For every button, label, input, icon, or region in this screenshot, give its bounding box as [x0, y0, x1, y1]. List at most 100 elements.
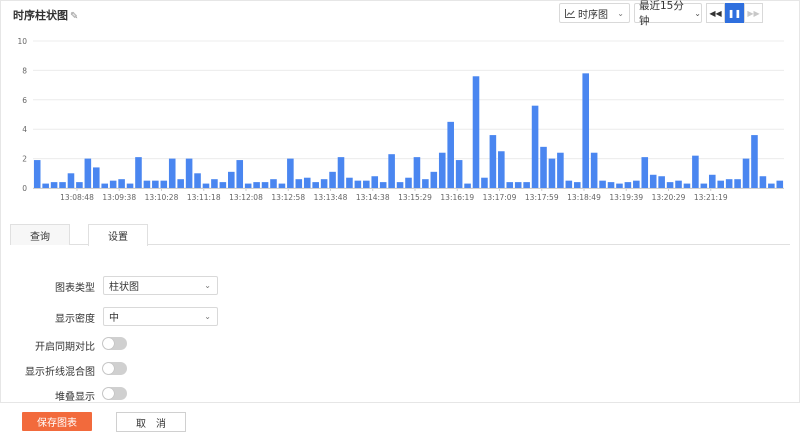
- chart-type-label: 时序图: [578, 9, 608, 21]
- toggle-knob: [103, 363, 114, 374]
- x-tick-label: 13:11:18: [187, 193, 221, 202]
- bar: [531, 105, 539, 188]
- bar: [67, 173, 75, 188]
- footer: 保存图表 取 消: [0, 402, 800, 436]
- bar: [278, 183, 286, 188]
- x-tick-label: 13:08:48: [60, 193, 94, 202]
- stacked-toggle[interactable]: [102, 387, 127, 400]
- bar: [759, 176, 767, 188]
- chart-type-select[interactable]: 柱状图 ⌄: [103, 276, 218, 295]
- bar: [573, 182, 581, 188]
- bar: [455, 160, 463, 188]
- bar: [388, 154, 395, 188]
- x-tick-label: 13:21:19: [694, 193, 728, 202]
- chart-type-label: 图表类型: [55, 283, 95, 294]
- bar: [540, 146, 547, 188]
- mixed-toggle[interactable]: [102, 362, 127, 375]
- bar: [498, 151, 505, 188]
- bar: [658, 176, 665, 188]
- bar: [649, 174, 657, 188]
- bar: [363, 180, 370, 188]
- tab-query[interactable]: 查询: [10, 224, 70, 245]
- rewind-icon[interactable]: ◀◀: [706, 3, 725, 23]
- bar: [641, 157, 649, 188]
- time-range-dropdown[interactable]: 最近15分钟 ⌄: [634, 0, 702, 27]
- y-tick-label: 4: [22, 125, 27, 134]
- y-tick-label: 0: [22, 184, 27, 193]
- bar: [371, 176, 379, 188]
- x-tick-label: 13:19:39: [609, 193, 643, 202]
- bar: [472, 76, 480, 188]
- bar: [675, 180, 682, 188]
- bar: [177, 179, 184, 188]
- bar: [624, 182, 632, 188]
- bar: [464, 183, 471, 188]
- bar: [168, 158, 176, 188]
- tab-settings-label: 设置: [108, 232, 128, 243]
- edit-icon[interactable]: ✎: [70, 11, 78, 22]
- pause-icon[interactable]: ❚❚: [725, 3, 744, 23]
- chevron-down-icon: ⌄: [617, 9, 624, 18]
- save-chart-button[interactable]: 保存图表: [22, 412, 92, 431]
- y-tick-label: 10: [17, 37, 27, 46]
- toggle-knob: [103, 338, 114, 349]
- x-tick-label: 13:12:58: [271, 193, 305, 202]
- bar: [438, 152, 446, 188]
- header: 时序柱状图 ✎ 时序图 ⌄ 最近15分钟 ⌄ ◀◀ ❚❚ ▶▶: [0, 0, 800, 30]
- y-tick-label: 2: [22, 155, 27, 164]
- bar: [506, 182, 514, 188]
- bar: [202, 183, 210, 188]
- bar: [287, 158, 294, 188]
- bar: [354, 180, 362, 188]
- bar: [683, 183, 691, 188]
- bar: [430, 171, 438, 188]
- stacked-label: 堆叠显示: [55, 392, 95, 403]
- bar: [548, 158, 556, 188]
- cancel-button[interactable]: 取 消: [116, 412, 186, 432]
- bar: [126, 183, 134, 188]
- tab-settings[interactable]: 设置: [88, 224, 148, 246]
- y-tick-label: 8: [22, 66, 27, 75]
- bar: [76, 182, 83, 188]
- x-tick-label: 13:17:09: [483, 193, 517, 202]
- bar: [33, 160, 41, 188]
- bar: [160, 180, 168, 188]
- x-tick-label: 13:15:29: [398, 193, 432, 202]
- bar: [118, 179, 125, 188]
- compare-toggle[interactable]: [102, 337, 127, 350]
- bar: [734, 179, 741, 188]
- x-tick-label: 13:14:38: [356, 193, 390, 202]
- bar: [244, 183, 252, 188]
- x-tick-label: 13:16:19: [440, 193, 474, 202]
- x-tick-label: 13:10:28: [145, 193, 179, 202]
- fast-forward-icon[interactable]: ▶▶: [744, 3, 763, 23]
- bar: [599, 180, 606, 188]
- tab-bar: 查询 设置: [10, 224, 790, 246]
- bar: [143, 180, 151, 188]
- bar: [489, 135, 497, 188]
- bar: [236, 160, 244, 188]
- bar: [135, 157, 142, 188]
- bar: [751, 135, 758, 188]
- density-value: 中: [109, 313, 119, 324]
- bar: [194, 173, 201, 188]
- bar: [514, 182, 522, 188]
- density-select[interactable]: 中 ⌄: [103, 307, 218, 326]
- bar: [270, 179, 277, 188]
- bar: [590, 152, 598, 188]
- bar: [413, 157, 421, 188]
- density-label: 显示密度: [55, 314, 95, 325]
- bar: [422, 179, 429, 188]
- bar: [42, 183, 49, 188]
- bar: [312, 182, 319, 188]
- x-tick-label: 13:18:49: [567, 193, 601, 202]
- bar: [523, 182, 530, 188]
- time-range-label: 最近15分钟: [639, 0, 684, 27]
- chevron-down-icon: ⌄: [694, 8, 701, 18]
- chart-type-dropdown[interactable]: 时序图 ⌄: [559, 3, 630, 23]
- bar: [101, 183, 109, 188]
- bar: [253, 182, 260, 188]
- x-tick-label: 13:09:38: [102, 193, 136, 202]
- bar: [396, 182, 404, 188]
- bar: [481, 177, 488, 188]
